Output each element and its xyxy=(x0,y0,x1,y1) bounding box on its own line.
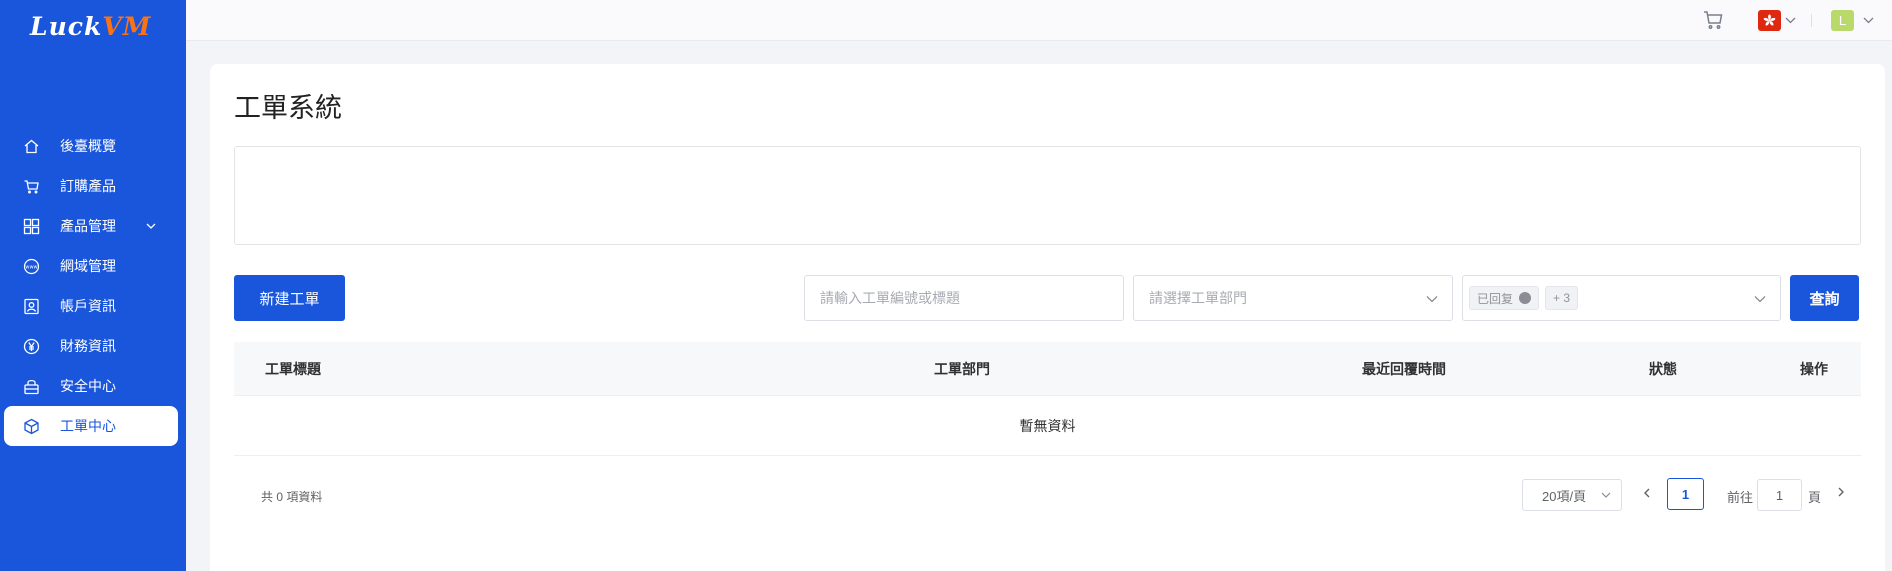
sidebar-item-finance-info[interactable]: 財務資訊 xyxy=(0,326,186,366)
svg-text:www: www xyxy=(25,265,37,271)
lock-icon xyxy=(23,378,40,395)
cart-icon[interactable] xyxy=(1702,9,1724,31)
sidebar-item-domain-management[interactable]: www 網域管理 xyxy=(0,246,186,286)
prev-page-icon[interactable] xyxy=(1640,486,1654,500)
search-input[interactable]: 請輸入工單編號或標題 xyxy=(804,275,1124,321)
sidebar-item-account-info[interactable]: 帳戶資訊 xyxy=(0,286,186,326)
cart-icon xyxy=(23,178,40,195)
avatar[interactable]: L xyxy=(1831,10,1854,31)
query-button[interactable]: 查詢 xyxy=(1790,275,1859,321)
total-count: 共 0 項資料 xyxy=(261,490,323,504)
next-page-icon[interactable] xyxy=(1834,485,1848,499)
sidebar-item-label: 後臺概覽 xyxy=(60,138,116,154)
sidebar-item-order-products[interactable]: 訂購產品 xyxy=(0,166,186,206)
chevron-down-icon xyxy=(1426,294,1438,304)
column-header: 最近回覆時間 xyxy=(1362,361,1446,377)
chevron-down-icon xyxy=(1754,294,1766,304)
yen-icon xyxy=(23,338,40,355)
sidebar-item-label: 訂購產品 xyxy=(60,178,116,194)
sidebar-item-label: 工單中心 xyxy=(60,418,116,434)
logo-text-main: Luck xyxy=(30,11,103,41)
top-header: L xyxy=(186,0,1892,41)
grid-icon xyxy=(23,218,40,235)
empty-state: 暫無資料 xyxy=(234,396,1861,456)
sidebar-item-security-center[interactable]: 安全中心 xyxy=(0,366,186,406)
sidebar-item-label: 帳戶資訊 xyxy=(60,298,116,314)
logo[interactable]: Luck VM xyxy=(30,8,151,44)
hong-kong-flag-icon[interactable] xyxy=(1758,10,1781,31)
sidebar-item-label: 安全中心 xyxy=(60,378,116,394)
department-select[interactable]: 請選擇工單部門 xyxy=(1133,275,1453,321)
status-select[interactable]: 已回复 + 3 xyxy=(1462,275,1781,321)
goto-suffix: 頁 xyxy=(1808,490,1822,505)
www-icon: www xyxy=(23,258,40,275)
page-title: 工單系統 xyxy=(234,93,342,123)
status-tag-label: 已回复 xyxy=(1477,291,1514,306)
sidebar-item-dashboard[interactable]: 後臺概覽 xyxy=(0,126,186,166)
page-size-value: 20項/頁 xyxy=(1542,488,1587,504)
logo-text-accent: VM xyxy=(102,11,152,41)
goto-label: 前往 xyxy=(1727,490,1754,505)
new-ticket-button[interactable]: 新建工單 xyxy=(234,275,345,321)
department-placeholder: 請選擇工單部門 xyxy=(1149,290,1247,306)
sidebar-item-product-management[interactable]: 產品管理 xyxy=(0,206,186,246)
column-header: 工單標題 xyxy=(265,361,321,377)
notice-box xyxy=(234,146,1861,245)
tag-close-icon[interactable] xyxy=(1519,292,1532,304)
chevron-down-icon xyxy=(1601,491,1611,499)
page-size-select[interactable]: 20項/頁 xyxy=(1522,479,1622,511)
search-placeholder: 請輸入工單編號或標題 xyxy=(820,290,960,306)
sidebar-item-ticket-center[interactable]: 工單中心 xyxy=(4,406,178,446)
header-divider xyxy=(1811,14,1812,27)
column-header: 狀態 xyxy=(1649,361,1677,377)
home-icon xyxy=(23,138,40,155)
goto-page-input[interactable]: 1 xyxy=(1757,479,1802,511)
sidebar: Luck VM 後臺概覽 訂購產品 產品管理 www 網域管理 帳戶資訊 財務資… xyxy=(0,0,186,571)
column-header: 工單部門 xyxy=(934,361,990,377)
page-number-current[interactable]: 1 xyxy=(1667,478,1704,510)
sidebar-item-label: 產品管理 xyxy=(60,218,116,234)
chevron-down-icon[interactable] xyxy=(1863,15,1874,25)
box-icon xyxy=(23,418,40,435)
sidebar-item-label: 網域管理 xyxy=(60,258,116,274)
sidebar-menu: 後臺概覽 訂購產品 產品管理 www 網域管理 帳戶資訊 財務資訊 安全中心 工… xyxy=(0,126,186,446)
user-card-icon xyxy=(23,298,40,315)
status-more-tag: + 3 xyxy=(1545,286,1579,310)
chevron-down-icon xyxy=(146,221,156,231)
ticket-card: 工單系統 新建工單 請輸入工單編號或標題 請選擇工單部門 已回复 + 3 查詢 … xyxy=(210,64,1885,571)
sidebar-item-label: 財務資訊 xyxy=(60,338,116,354)
column-header: 操作 xyxy=(1800,361,1828,377)
chevron-down-icon[interactable] xyxy=(1785,15,1796,25)
status-tag[interactable]: 已回复 xyxy=(1469,286,1540,310)
table-header: 工單標題 工單部門 最近回覆時間 狀態 操作 xyxy=(234,342,1861,396)
